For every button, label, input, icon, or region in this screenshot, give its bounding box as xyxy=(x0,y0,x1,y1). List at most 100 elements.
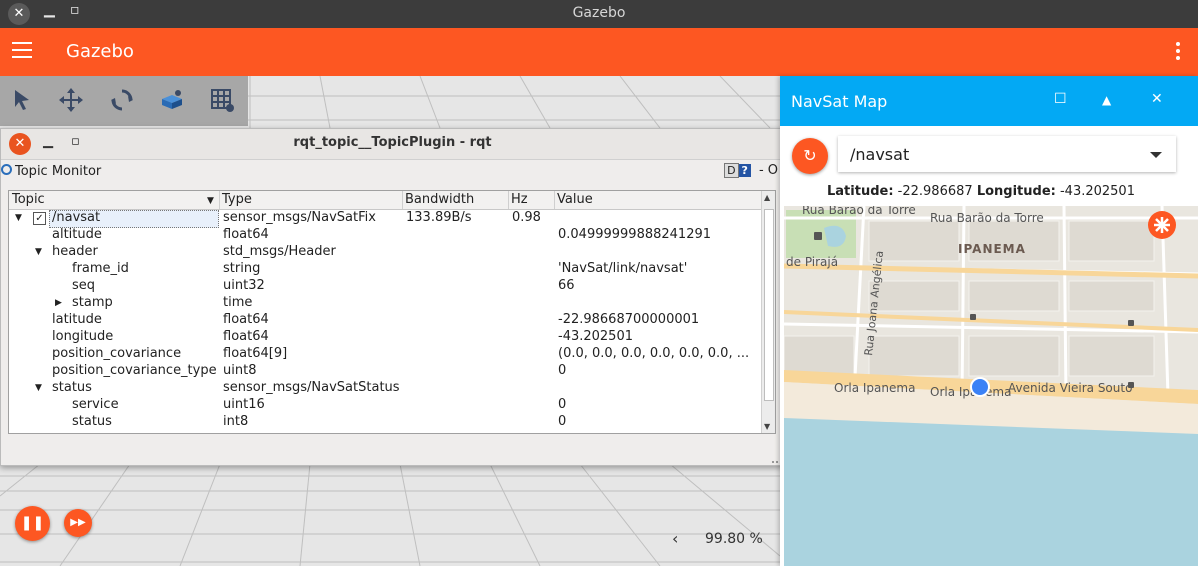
window-titlebar: ✕ ▁ ▫ Gazebo xyxy=(0,0,1198,28)
scroll-down-icon[interactable]: ▼ xyxy=(764,422,770,431)
map-view[interactable]: Rua Barão da Torre Rua Barão da Torre IP… xyxy=(784,206,1198,566)
topic-monitor-title: Topic Monitor xyxy=(15,164,102,179)
table-row[interactable]: position_covariance float64[9] (0.0, 0.0, … xyxy=(9,346,775,363)
panel-min-close[interactable]: - O xyxy=(759,163,778,178)
col-bandwidth[interactable]: Bandwidth xyxy=(405,192,474,207)
col-type[interactable]: Type xyxy=(222,192,252,207)
map-label-vieira: Avenida Vieira Souto xyxy=(1008,381,1132,395)
topic-select[interactable]: /navsat xyxy=(838,136,1176,172)
dock-button[interactable]: D xyxy=(724,163,739,178)
help-button[interactable]: ? xyxy=(738,164,751,177)
cell-topic: frame_id xyxy=(72,261,129,276)
grid-config-icon[interactable] xyxy=(206,84,238,116)
cell-value: -43.202501 xyxy=(558,329,633,344)
collapse-arrow-icon[interactable]: ▼ xyxy=(35,383,42,393)
map-label-piraja: de Pirajá xyxy=(786,255,838,269)
cell-value: 0.04999999888241291 xyxy=(558,227,712,242)
cell-type: time xyxy=(223,295,253,310)
scroll-thumb[interactable] xyxy=(764,209,774,401)
table-row[interactable]: ▼ header std_msgs/Header xyxy=(9,244,775,261)
app-title: Gazebo xyxy=(66,41,134,62)
cell-type: int8 xyxy=(223,414,249,429)
map-label-street2: Rua Barão da Torre xyxy=(930,211,1044,225)
table-row[interactable]: ▼ ✓ /navsat sensor_msgs/NavSatFix 133.89B/s 0… xyxy=(9,210,775,228)
maximize-icon[interactable]: ☐ xyxy=(1054,91,1067,107)
cell-topic: status xyxy=(52,380,92,395)
col-value[interactable]: Value xyxy=(557,192,593,207)
col-hz[interactable]: Hz xyxy=(511,192,528,207)
topic-monitor-icon xyxy=(1,164,12,175)
map-tiles: Rua Barão da Torre Rua Barão da Torre IP… xyxy=(784,206,1198,566)
latitude-value: -22.986687 xyxy=(897,184,973,199)
collapse-arrow-icon[interactable]: ▼ xyxy=(35,247,42,257)
cell-type: uint32 xyxy=(223,278,265,293)
close-icon[interactable]: ✕ xyxy=(1151,91,1163,107)
cell-hz: 0.98 xyxy=(512,210,541,225)
cell-value: 0 xyxy=(558,363,567,378)
table-row[interactable]: longitude float64 -43.202501 xyxy=(9,329,775,346)
cell-type: float64[9] xyxy=(223,346,288,361)
cell-type: std_msgs/Header xyxy=(223,244,336,259)
cell-value: 0 xyxy=(558,414,567,429)
cell-type: uint8 xyxy=(223,363,257,378)
longitude-label: Longitude: xyxy=(976,184,1056,199)
table-row[interactable]: latitude float64 -22.98668700000001 xyxy=(9,312,775,329)
table-row[interactable]: altitude float64 0.04999999888241291 xyxy=(9,227,775,244)
spawn-model-icon[interactable] xyxy=(156,84,188,116)
cell-type: float64 xyxy=(223,329,269,344)
table-row[interactable]: frame_id string 'NavSat/link/navsat' xyxy=(9,261,775,278)
cell-type: uint16 xyxy=(223,397,265,412)
sort-arrow-icon[interactable]: ▼ xyxy=(207,196,214,206)
pause-button[interactable]: ❚❚ xyxy=(15,506,50,541)
more-options-icon[interactable] xyxy=(1176,42,1180,63)
topic-select-value: /navsat xyxy=(850,145,910,164)
cell-value: (0.0, 0.0, 0.0, 0.0, 0.0, 0.0, ... xyxy=(558,346,750,361)
cell-topic: /navsat xyxy=(52,210,101,225)
refresh-button[interactable]: ↻ xyxy=(792,138,828,174)
table-row[interactable]: ▶ stamp time xyxy=(9,295,775,312)
cell-topic: seq xyxy=(72,278,96,293)
scroll-up-icon[interactable]: ▲ xyxy=(764,193,770,202)
cell-value: -22.98668700000001 xyxy=(558,312,700,327)
map-label-street1: Rua Barão da Torre xyxy=(802,206,916,217)
cell-type: sensor_msgs/NavSatStatus xyxy=(223,380,400,395)
cell-value: 66 xyxy=(558,278,575,293)
cell-topic: position_covariance_type xyxy=(52,363,217,378)
window-title: Gazebo xyxy=(572,5,626,21)
map-label-district: IPANEMA xyxy=(958,242,1026,256)
cell-topic: service xyxy=(72,397,119,412)
chevron-left-icon[interactable]: ‹ xyxy=(672,529,678,548)
cell-topic: stamp xyxy=(72,295,113,310)
table-row[interactable]: service uint16 0 xyxy=(9,397,775,414)
table-row[interactable]: ▼ status sensor_msgs/NavSatStatus xyxy=(9,380,775,397)
current-location-marker xyxy=(970,377,990,397)
translate-move-icon[interactable] xyxy=(55,84,87,116)
cell-value: 0 xyxy=(558,397,567,412)
cell-topic: status xyxy=(72,414,112,429)
latitude-label: Latitude: xyxy=(827,184,894,199)
table-row[interactable]: position_covariance_type uint8 0 xyxy=(9,363,775,380)
rqt-window-title: rqt_topic__TopicPlugin - rqt xyxy=(293,135,492,150)
table-row[interactable]: status int8 0 xyxy=(9,414,775,431)
app-bar: Gazebo xyxy=(0,28,1198,76)
step-forward-button[interactable]: ▶▶ xyxy=(64,509,92,537)
topic-checkbox[interactable]: ✓ xyxy=(33,212,46,225)
rqt-titlebar: ✕ ▁ ▫ rqt_topic__TopicPlugin - rqt xyxy=(1,129,784,160)
table-row[interactable]: seq uint32 66 xyxy=(9,278,775,295)
topic-table[interactable]: Topic ▼ Type Bandwidth Hz Value ▼ ✓ /navsa… xyxy=(8,190,776,434)
cell-topic: longitude xyxy=(52,329,114,344)
expand-arrow-icon[interactable]: ▶ xyxy=(55,298,62,308)
coordinates-readout: Latitude: -22.986687 Longitude: -43.2025… xyxy=(780,184,1182,199)
table-scrollbar[interactable]: ▲ ▼ xyxy=(761,191,775,433)
cell-topic: latitude xyxy=(52,312,102,327)
collapse-icon[interactable]: ▲ xyxy=(1102,93,1111,107)
select-arrow-icon[interactable] xyxy=(6,84,38,116)
cell-type: sensor_msgs/NavSatFix xyxy=(223,210,376,225)
navsat-header: NavSat Map ☐ ▲ ✕ xyxy=(780,76,1198,126)
cell-type: string xyxy=(223,261,261,276)
rotate-icon[interactable] xyxy=(106,84,138,116)
hamburger-menu-icon[interactable] xyxy=(12,42,32,60)
collapse-arrow-icon[interactable]: ▼ xyxy=(15,213,22,223)
cell-topic: altitude xyxy=(52,227,102,242)
col-topic[interactable]: Topic xyxy=(12,192,45,207)
